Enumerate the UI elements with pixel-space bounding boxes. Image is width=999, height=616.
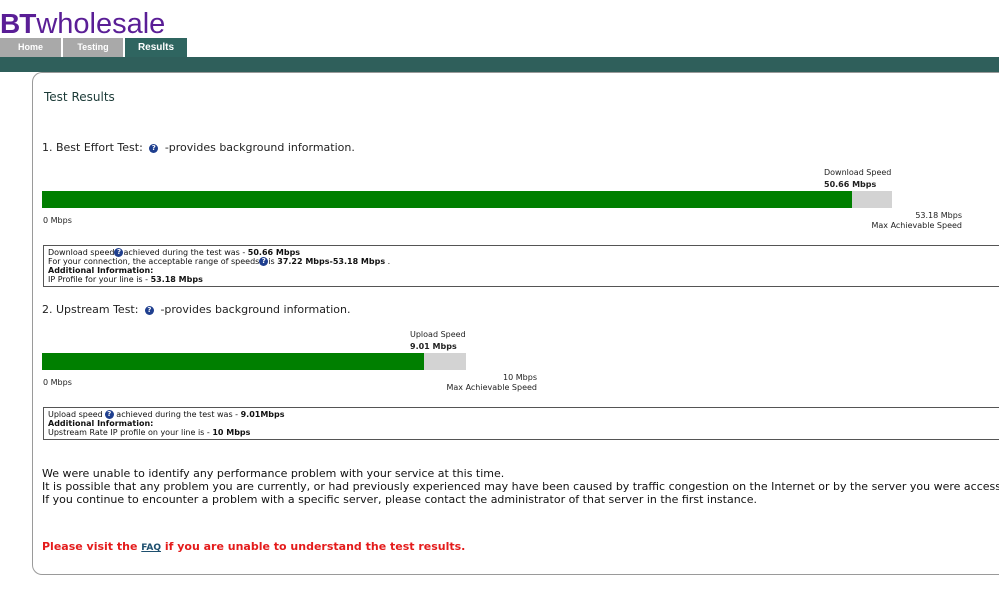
info-line: For your connection, the acceptable rang… <box>48 257 999 266</box>
upload-speed-value: 9.01 Mbps <box>410 342 457 351</box>
best-effort-heading-desc: -provides background information. <box>164 141 355 154</box>
download-speed-bar <box>42 191 892 208</box>
tab-results[interactable]: Results <box>125 38 187 58</box>
info-text: achieved during the test was - <box>123 248 248 257</box>
best-effort-info-box: Download speed? achieved during the test … <box>43 245 999 287</box>
faq-notice: Please visit the FAQ if you are unable t… <box>42 540 465 553</box>
page-title: Test Results <box>44 90 115 104</box>
help-icon[interactable]: ? <box>144 305 154 315</box>
upstream-heading-desc: -provides background information. <box>160 303 351 316</box>
upload-min-label: 0 Mbps <box>43 378 72 387</box>
info-text: is <box>268 257 278 266</box>
help-icon[interactable]: ? <box>259 257 269 266</box>
upload-speed-bar <box>42 353 466 370</box>
download-speed-label: Download Speed <box>824 168 892 177</box>
tab-testing[interactable]: Testing <box>63 38 123 57</box>
logo-wholesale: wholesale <box>36 8 166 40</box>
logo-bt: BT <box>0 8 36 39</box>
additional-info-heading: Additional Information: <box>48 266 154 275</box>
faq-text: if you are unable to understand the test… <box>161 540 466 553</box>
upstream-profile-value: 10 Mbps <box>212 428 251 437</box>
message-line: We were unable to identify any performan… <box>42 467 505 480</box>
info-line: Upload speed? achieved during the test w… <box>48 410 999 419</box>
faq-link[interactable]: FAQ <box>141 543 161 553</box>
download-achieved-value: 50.66 Mbps <box>247 248 301 257</box>
upload-max-value: 10 Mbps <box>503 373 537 382</box>
download-max-value: 53.18 Mbps <box>915 211 962 220</box>
info-line: Download speed? achieved during the test … <box>48 248 999 257</box>
upstream-info-box: Upload speed? achieved during the test w… <box>43 407 999 440</box>
best-effort-heading: 1. Best Effort Test: ? -provides backgro… <box>42 141 355 154</box>
download-min-label: 0 Mbps <box>43 216 72 225</box>
upstream-heading-text: 2. Upstream Test: <box>42 303 139 316</box>
additional-info-heading: Additional Information: <box>48 419 154 428</box>
tab-home[interactable]: Home <box>0 38 61 57</box>
nav-bar <box>0 57 999 72</box>
info-text: Upstream Rate IP profile on your line is… <box>48 428 213 437</box>
upload-achieved-value: 9.01Mbps <box>240 410 285 419</box>
info-text: For your connection, the acceptable rang… <box>48 257 260 266</box>
info-text: achieved during the test was - <box>113 410 241 419</box>
info-text: IP Profile for your line is - <box>48 275 151 284</box>
help-icon[interactable]: ? <box>149 143 159 153</box>
upload-speed-label: Upload Speed <box>410 330 466 339</box>
faq-text: Please visit the <box>42 540 142 553</box>
info-line: IP Profile for your line is - 53.18 Mbps <box>48 275 999 284</box>
acceptable-range-value: 37.22 Mbps-53.18 Mbps <box>277 257 386 266</box>
result-message: We were unable to identify any performan… <box>42 467 999 506</box>
upload-speed-bar-fill <box>42 353 425 370</box>
ip-profile-value: 53.18 Mbps <box>150 275 203 284</box>
message-line: It is possible that any problem you are … <box>42 480 999 493</box>
info-text: Upload speed <box>48 410 103 419</box>
message-line: If you continue to encounter a problem w… <box>42 493 757 506</box>
best-effort-heading-text: 1. Best Effort Test: <box>42 141 143 154</box>
bt-wholesale-logo: BTwholesale <box>0 8 166 40</box>
download-speed-value: 50.66 Mbps <box>824 180 877 189</box>
upstream-heading: 2. Upstream Test: ? -provides background… <box>42 303 351 316</box>
info-text: . <box>385 257 391 266</box>
info-text: Download speed <box>48 248 115 257</box>
download-speed-bar-fill <box>42 191 852 208</box>
help-icon[interactable]: ? <box>104 410 114 419</box>
info-line: Upstream Rate IP profile on your line is… <box>48 428 999 437</box>
upload-max-label: Max Achievable Speed <box>446 383 537 392</box>
download-max-label: Max Achievable Speed <box>871 221 962 230</box>
